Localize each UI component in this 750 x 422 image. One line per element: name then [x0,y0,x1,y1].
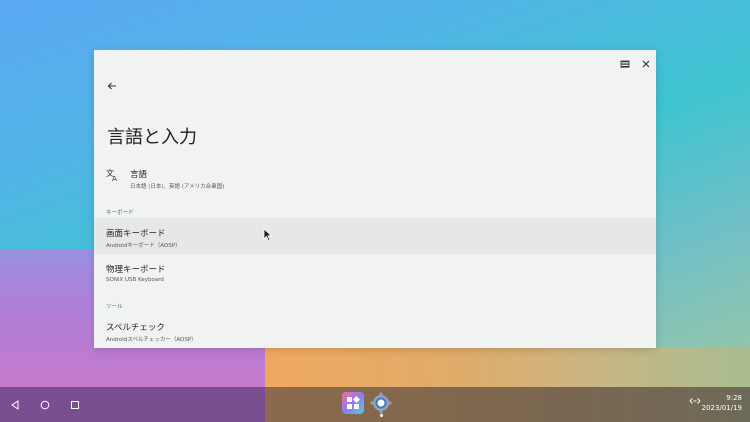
triangle-back-icon [11,400,19,410]
app-launcher-button[interactable] [342,392,364,414]
clock[interactable]: 9:28 2023/01/19 [702,393,742,413]
physical-keyboard-row[interactable]: 物理キーボード SONiX USB Keyboard [94,254,656,290]
translate-icon: 文 A [106,168,117,182]
nav-back-button[interactable] [6,396,24,414]
nav-home-button[interactable] [36,396,54,414]
page-title: 言語と入力 [107,127,197,148]
gear-icon [370,392,392,414]
section-keyboard: キーボード [106,210,134,216]
settings-app-button[interactable] [370,392,392,414]
nav-recents-button[interactable] [66,396,84,414]
settings-window: 言語と入力 文 A 言語 日本語 (日本)、英語 (アメリカ合衆国) キーボード… [94,50,656,348]
arrow-back-icon [107,82,116,90]
physical-keyboard-title: 物理キーボード [106,265,166,275]
taskbar-right [265,387,750,422]
onscreen-keyboard-subtitle: Androidキーボード（AOSP） [106,243,181,249]
language-row[interactable]: 文 A 言語 日本語 (日本)、英語 (アメリカ合衆国) [94,162,656,198]
window-menu-button[interactable] [615,54,635,74]
running-indicator [380,414,383,417]
spell-checker-row[interactable]: スペルチェック Androidスペルチェッカー（AOSP） [94,313,656,348]
square-recents-icon [71,401,79,409]
circle-home-icon [40,400,50,410]
clock-date: 2023/01/19 [701,404,742,412]
ethernet-icon [689,398,701,404]
spell-checker-subtitle: Androidスペルチェッカー（AOSP） [106,337,197,343]
back-button[interactable] [102,76,122,96]
clock-time: 9:28 [726,394,742,402]
window-close-button[interactable] [636,54,656,74]
close-icon [642,60,650,68]
physical-keyboard-subtitle: SONiX USB Keyboard [106,277,164,283]
wallpaper-lower-right [265,348,750,387]
section-tools: ツール [106,304,123,310]
mouse-cursor-icon [263,228,273,242]
svg-text:A: A [112,175,117,182]
onscreen-keyboard-row[interactable]: 画面キーボード Androidキーボード（AOSP） [94,218,656,254]
spell-checker-title: スペルチェック [106,323,165,333]
language-subtitle: 日本語 (日本)、英語 (アメリカ合衆国) [130,184,225,190]
menu-icon [620,60,630,68]
onscreen-keyboard-title: 画面キーボード [106,229,166,239]
language-title: 言語 [130,170,148,180]
app-grid-icon [342,392,364,414]
